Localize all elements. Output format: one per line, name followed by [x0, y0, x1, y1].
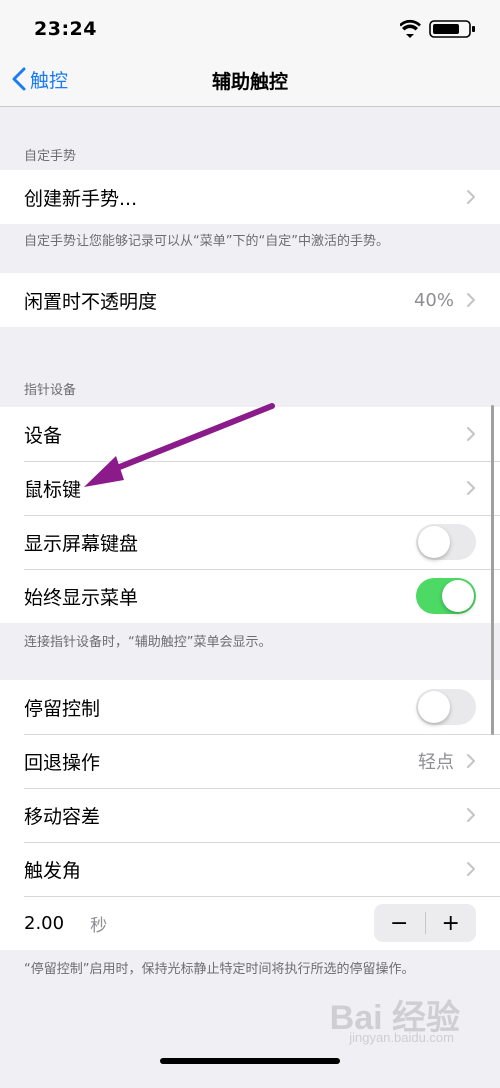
always-menu-toggle[interactable] — [416, 578, 476, 614]
toggle-knob — [442, 580, 474, 612]
battery-icon — [429, 20, 475, 38]
dwell-footer: “停留控制”启用时，保持光标静止特定时间将执行所选的停留操作。 — [24, 962, 415, 977]
dwell-control-label: 停留控制 — [24, 697, 101, 720]
dwell-time-row: 2.00 秒 − + — [0, 896, 500, 950]
fallback-action-value: 轻点 — [418, 752, 454, 773]
scroll-indicator[interactable] — [491, 405, 494, 735]
increment-button[interactable]: + — [426, 911, 477, 936]
section-header-custom: 自定手势 — [24, 149, 77, 164]
decrement-button[interactable]: − — [374, 911, 425, 936]
chevron-right-icon — [467, 754, 475, 768]
group-idle: 闲置时不透明度 40% — [0, 273, 500, 327]
always-menu-label: 始终显示菜单 — [24, 586, 139, 609]
fallback-action-row[interactable]: 回退操作 轻点 — [0, 734, 500, 788]
chevron-right-icon — [467, 190, 475, 204]
dwell-time-value: 2.00 — [24, 912, 65, 934]
group-dwell: 停留控制 回退操作 轻点 移动容差 触发角 2.00 秒 − + — [0, 680, 500, 950]
create-gesture-label: 创建新手势... — [24, 187, 138, 210]
hot-corners-label: 触发角 — [24, 859, 82, 882]
chevron-right-icon — [467, 481, 475, 495]
watermark-url: jingyan.baidu.com — [349, 1030, 454, 1045]
home-indicator[interactable] — [160, 1058, 340, 1064]
status-icons — [399, 18, 478, 38]
chevron-right-icon — [467, 862, 475, 876]
status-time: 23:24 — [34, 18, 97, 40]
always-menu-row: 始终显示菜单 — [0, 569, 500, 623]
create-gesture-row[interactable]: 创建新手势... — [0, 170, 500, 224]
dwell-control-toggle[interactable] — [416, 689, 476, 725]
devices-label: 设备 — [24, 424, 63, 447]
page-title: 辅助触控 — [211, 71, 288, 93]
wifi-icon — [399, 19, 421, 38]
idle-opacity-row[interactable]: 闲置时不透明度 40% — [0, 273, 500, 327]
dwell-time-unit: 秒 — [90, 915, 108, 936]
show-keyboard-row: 显示屏幕键盘 — [0, 515, 500, 569]
fallback-action-label: 回退操作 — [24, 751, 101, 774]
mouse-keys-label: 鼠标键 — [24, 478, 82, 501]
show-keyboard-label: 显示屏幕键盘 — [24, 532, 139, 555]
dwell-control-row: 停留控制 — [0, 680, 500, 734]
devices-row[interactable]: 设备 — [0, 407, 500, 461]
chevron-right-icon — [467, 427, 475, 441]
section-header-pointer: 指针设备 — [24, 383, 77, 398]
toggle-knob — [418, 526, 450, 558]
show-keyboard-toggle[interactable] — [416, 524, 476, 560]
dwell-time-stepper: − + — [374, 904, 476, 942]
group-pointer: 设备 鼠标键 显示屏幕键盘 始终显示菜单 — [0, 407, 500, 623]
chevron-right-icon — [467, 808, 475, 822]
idle-opacity-label: 闲置时不透明度 — [24, 290, 158, 313]
nav-bar: 触控 辅助触控 — [0, 52, 500, 107]
status-bar: 23:24 — [0, 0, 500, 52]
movement-tolerance-label: 移动容差 — [24, 805, 101, 828]
custom-footer: 自定手势让您能够记录可以从“菜单”下的“自定”中激活的手势。 — [24, 234, 389, 249]
settings-list[interactable]: 自定手势 创建新手势... 自定手势让您能够记录可以从“菜单”下的“自定”中激活… — [0, 107, 500, 1088]
pointer-footer: 连接指针设备时，“辅助触控”菜单会显示。 — [24, 635, 272, 650]
idle-opacity-value: 40% — [413, 289, 454, 311]
hot-corners-row[interactable]: 触发角 — [0, 842, 500, 896]
movement-tolerance-row[interactable]: 移动容差 — [0, 788, 500, 842]
group-custom: 创建新手势... — [0, 170, 500, 224]
mouse-keys-row[interactable]: 鼠标键 — [0, 461, 500, 515]
toggle-knob — [418, 691, 450, 723]
chevron-right-icon — [467, 293, 475, 307]
